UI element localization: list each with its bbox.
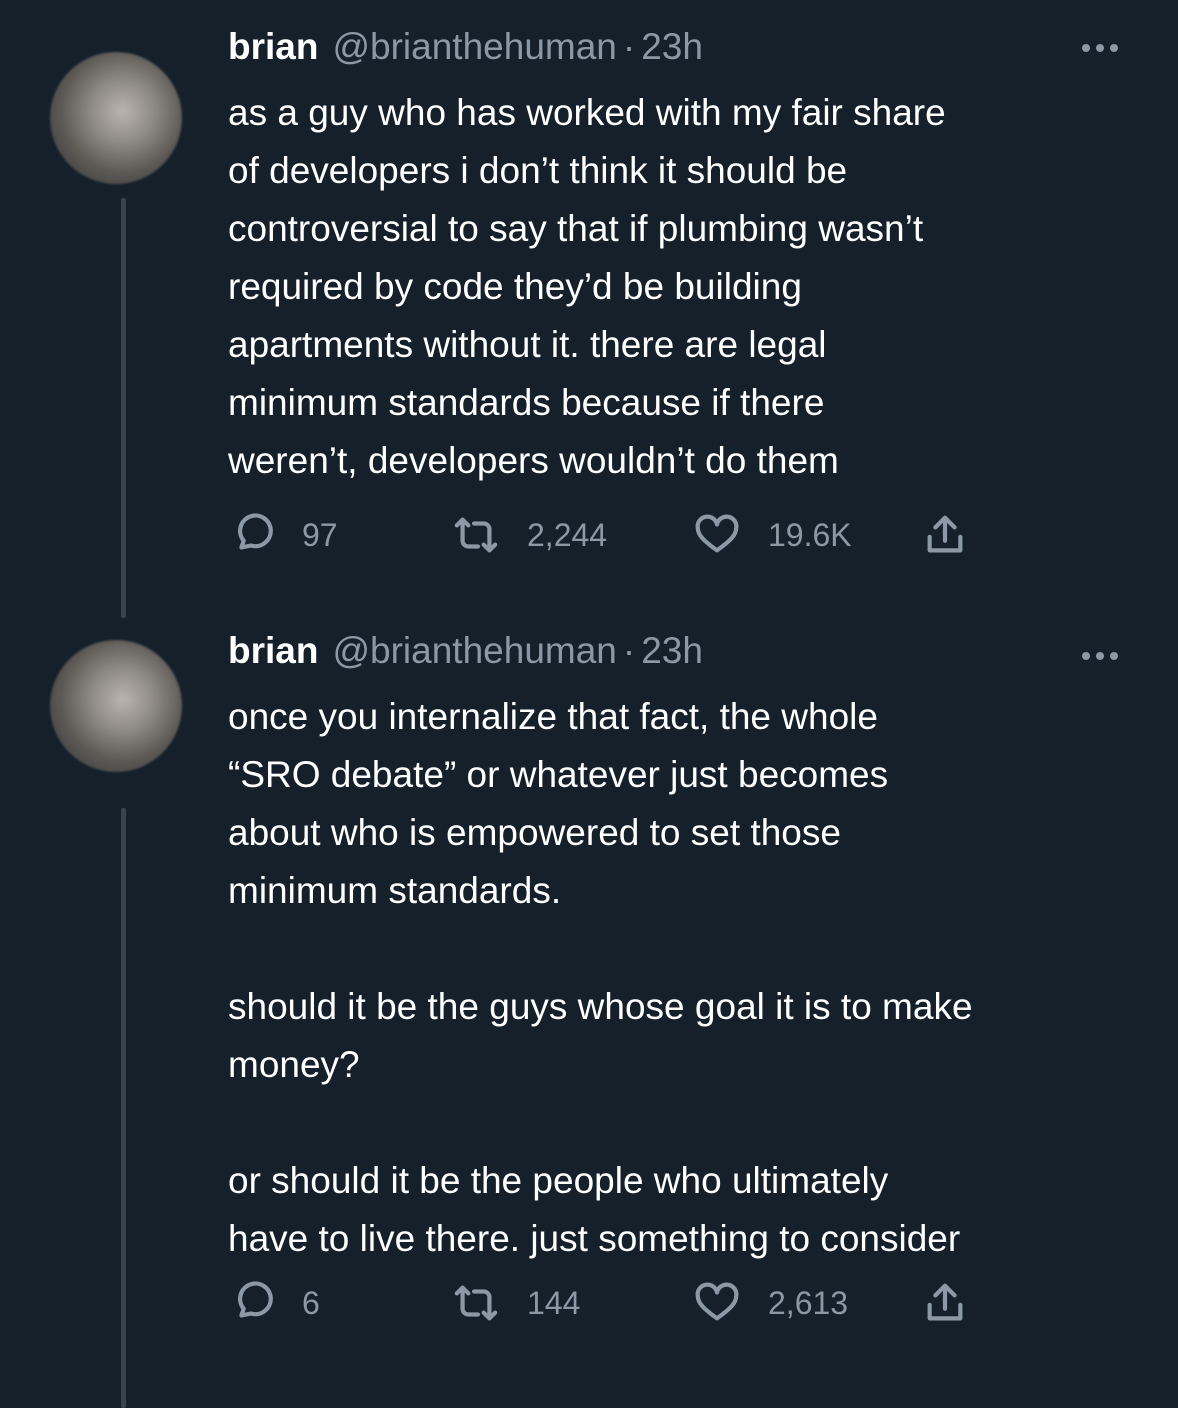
- tweet[interactable]: brian @brianthehuman · 23h once you inte…: [0, 620, 1178, 1408]
- timestamp[interactable]: 23h: [641, 26, 703, 68]
- share-icon: [927, 1283, 963, 1321]
- heart-icon: [695, 514, 739, 553]
- reply-count: 6: [302, 1284, 320, 1321]
- share-button[interactable]: [922, 512, 968, 558]
- like-button[interactable]: 2,613: [694, 1280, 848, 1326]
- thread-line: [121, 808, 126, 1408]
- retweet-count: 2,244: [527, 516, 608, 553]
- reply-button[interactable]: 97: [228, 512, 338, 558]
- tweet-header: brian @brianthehuman · 23h: [228, 630, 703, 682]
- reply-count: 97: [302, 516, 338, 553]
- timestamp[interactable]: 23h: [641, 630, 703, 672]
- retweet-button[interactable]: 144: [453, 1280, 580, 1326]
- tweet[interactable]: brian @brianthehuman · 23h as a guy who …: [0, 0, 1178, 618]
- user-handle[interactable]: @brianthehuman: [332, 26, 616, 68]
- tweet-text: once you internalize that fact, the whol…: [228, 696, 973, 1259]
- share-button[interactable]: [922, 1280, 968, 1326]
- like-count: 2,613: [768, 1284, 849, 1321]
- avatar[interactable]: [50, 52, 182, 184]
- like-button[interactable]: 19.6K: [694, 512, 852, 558]
- retweet-button[interactable]: 2,244: [453, 512, 607, 558]
- retweet-count: 144: [527, 1284, 581, 1321]
- reply-icon: [238, 513, 273, 550]
- user-handle[interactable]: @brianthehuman: [332, 630, 616, 672]
- reply-icon: [238, 1281, 273, 1318]
- reply-button[interactable]: 6: [228, 1280, 320, 1326]
- thread-line: [121, 198, 126, 618]
- more-icon[interactable]: [1082, 652, 1118, 660]
- avatar[interactable]: [50, 640, 182, 772]
- display-name[interactable]: brian: [228, 26, 318, 68]
- like-count: 19.6K: [768, 516, 852, 553]
- tweet-actions: 6 144 2,613: [228, 1280, 988, 1330]
- tweet-text: as a guy who has worked with my fair sha…: [228, 92, 946, 481]
- tweet-actions: 97 2,244 19.6K: [228, 512, 988, 562]
- retweet-icon: [454, 517, 498, 553]
- more-icon[interactable]: [1082, 44, 1118, 52]
- heart-icon: [695, 1282, 739, 1321]
- separator-dot: ·: [622, 26, 636, 67]
- tweet-header: brian @brianthehuman · 23h: [228, 26, 703, 78]
- display-name[interactable]: brian: [228, 630, 318, 672]
- share-icon: [927, 515, 963, 553]
- retweet-icon: [454, 1285, 498, 1321]
- separator-dot: ·: [622, 630, 636, 671]
